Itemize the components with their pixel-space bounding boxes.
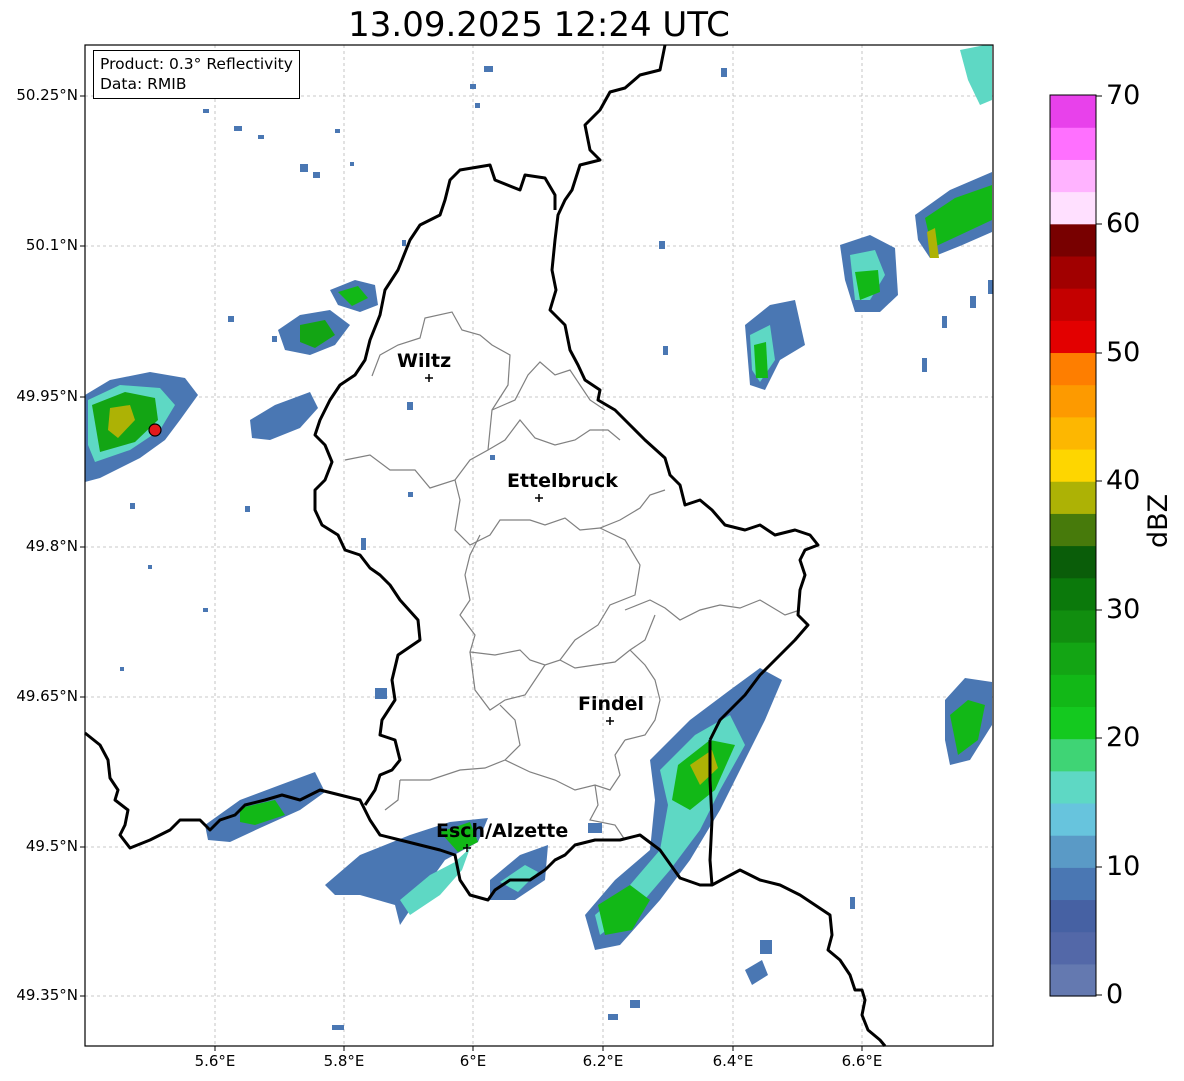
echo-cell xyxy=(754,342,768,378)
lat-label: 49.5°N xyxy=(25,837,78,855)
colorbar-tick-label: 50 xyxy=(1106,337,1141,368)
colorbar-segment xyxy=(1050,255,1096,289)
data-source-text: Data: RMIB xyxy=(100,75,187,93)
radar-map xyxy=(80,44,1102,1051)
colorbar-segment xyxy=(1050,642,1096,675)
colorbar-ticks xyxy=(1096,95,1102,996)
colorbar-segment xyxy=(1050,288,1096,321)
colorbar-tick-label: 0 xyxy=(1106,979,1124,1010)
radar-site-marker xyxy=(148,423,162,437)
colorbar-tick-label: 70 xyxy=(1106,80,1141,111)
colorbar-segment xyxy=(1050,545,1096,579)
product-info-box: Product: 0.3° Reflectivity Data: RMIB xyxy=(93,50,300,99)
lon-label: 6°E xyxy=(459,1052,487,1070)
colorbar-tick-label: 40 xyxy=(1106,465,1141,496)
colorbar-label: dBZ xyxy=(1143,493,1174,548)
colorbar-tick-label: 20 xyxy=(1106,722,1141,753)
lon-label: 6.4°E xyxy=(712,1052,754,1070)
colorbar-segment xyxy=(1050,513,1096,547)
colorbar-segment xyxy=(1050,835,1096,868)
lat-label: 50.25°N xyxy=(16,86,78,104)
lon-label: 5.8°E xyxy=(323,1052,365,1070)
colorbar-segment xyxy=(1050,867,1096,901)
city-label-ettelbruck: Ettelbruck xyxy=(507,470,618,492)
colorbar-segment xyxy=(1050,963,1096,997)
colorbar-segment xyxy=(1050,609,1096,643)
colorbar-segment xyxy=(1050,191,1096,225)
colorbar-segment xyxy=(1050,802,1096,836)
colorbar-tick-label: 10 xyxy=(1106,851,1141,882)
lon-label: 6.6°E xyxy=(841,1052,883,1070)
lat-label: 49.65°N xyxy=(16,687,78,705)
colorbar-segment xyxy=(1050,481,1096,514)
colorbar-segment xyxy=(1050,352,1096,386)
lon-label: 5.6°E xyxy=(194,1052,236,1070)
colorbar-segment xyxy=(1050,738,1096,772)
colorbar-tick-label: 30 xyxy=(1106,594,1141,625)
colorbar-segment xyxy=(1050,416,1096,450)
lon-label: 6.2°E xyxy=(582,1052,624,1070)
colorbar-segment xyxy=(1050,674,1096,707)
product-text: Product: 0.3° Reflectivity xyxy=(100,55,293,73)
colorbar-segment xyxy=(1050,577,1096,611)
city-label-esch-alzette: Esch/Alzette xyxy=(436,820,569,842)
colorbar-segment xyxy=(1050,384,1096,418)
colorbar-segment xyxy=(1050,899,1096,933)
city-label-findel: Findel xyxy=(578,693,645,715)
city-label-wiltz: Wiltz xyxy=(397,350,452,372)
colorbar-segment xyxy=(1050,931,1096,965)
colorbar-tick-label: 60 xyxy=(1106,208,1141,239)
colorbar-segment xyxy=(1050,159,1096,193)
colorbar-segment xyxy=(1050,320,1096,354)
colorbar-segment xyxy=(1050,448,1096,482)
lat-label: 50.1°N xyxy=(25,236,78,254)
lat-label: 49.35°N xyxy=(16,986,78,1004)
colorbar xyxy=(1050,95,1096,997)
colorbar-segment xyxy=(1050,223,1096,257)
map-background xyxy=(85,45,993,1046)
colorbar-segment xyxy=(1050,706,1096,740)
lat-label: 49.95°N xyxy=(16,387,78,405)
lat-label: 49.8°N xyxy=(25,537,78,555)
colorbar-segment xyxy=(1050,770,1096,804)
colorbar-segment xyxy=(1050,95,1096,128)
colorbar-segment xyxy=(1050,127,1096,160)
